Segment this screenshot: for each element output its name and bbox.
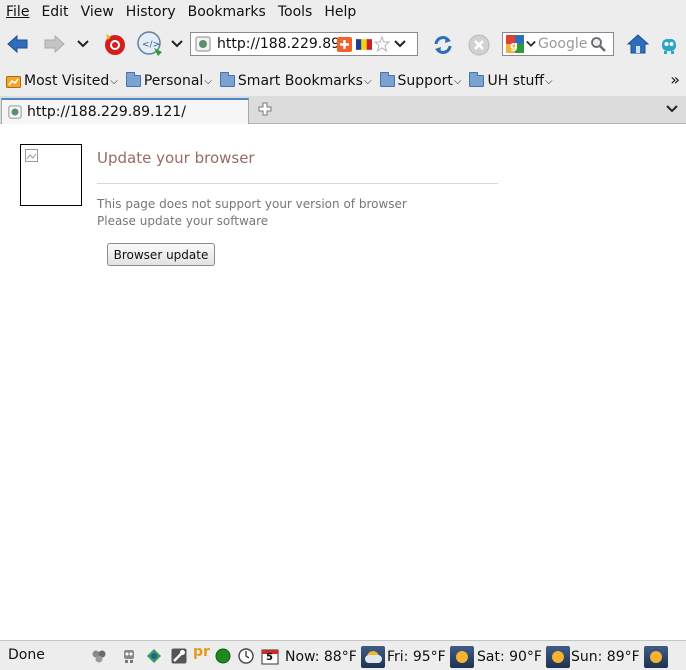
cloudy-sun-icon [360, 646, 385, 668]
list-all-tabs-icon[interactable] [666, 105, 678, 113]
home-icon[interactable] [626, 32, 650, 56]
new-tab-plus-icon[interactable] [258, 102, 272, 116]
folder-icon [125, 72, 141, 87]
message-line-1: This page does not support your version … [97, 197, 407, 211]
web-developer-dropdown-icon[interactable] [170, 37, 184, 51]
tab-favicon-icon [8, 105, 22, 119]
chevron-down-icon: ⌵ [110, 75, 118, 87]
menu-bar: File Edit View History Bookmarks Tools H… [0, 0, 686, 24]
diamond-eye-icon[interactable] [146, 648, 162, 664]
menu-edit[interactable]: Edit [35, 0, 74, 24]
search-input[interactable] [538, 36, 588, 52]
broken-image-placeholder [20, 144, 82, 206]
weather-label: Sun: 89°F [571, 649, 640, 665]
menu-bookmarks[interactable]: Bookmarks [182, 0, 272, 24]
forward-arrow-icon[interactable] [42, 33, 66, 55]
chevron-down-icon: ⌵ [204, 75, 212, 87]
menu-tools[interactable]: Tools [272, 0, 319, 24]
chevron-down-icon: ⌵ [545, 75, 553, 87]
bookmark-folder-smart-bookmarks[interactable]: Smart Bookmarks ⌵ [219, 72, 372, 89]
status-text: Done [8, 647, 45, 663]
addon-plus-icon[interactable] [337, 36, 352, 52]
bookmarks-toolbar: Most Visited ⌵ Personal ⌵ Smart Bookmark… [0, 66, 686, 96]
broken-image-icon [25, 149, 39, 163]
weather-label: Fri: 95°F [387, 649, 446, 665]
sun-icon [643, 646, 668, 668]
search-bar[interactable]: g [502, 32, 614, 56]
addon-robot-icon[interactable] [658, 34, 680, 56]
site-identity-icon[interactable] [195, 36, 211, 52]
weather-sun[interactable]: Sun: 89°F [571, 646, 668, 668]
menu-history[interactable]: History [120, 0, 182, 24]
weather-fri[interactable]: Fri: 95°F [387, 646, 474, 668]
tab-active[interactable]: http://188.229.89.121/ [1, 98, 249, 124]
web-developer-icon[interactable]: </> [136, 30, 164, 58]
menu-help[interactable]: Help [318, 0, 362, 24]
weather-now[interactable]: Now: 88°F [285, 646, 385, 668]
folder-icon [469, 72, 485, 87]
green-status-icon[interactable] [215, 648, 231, 664]
reload-icon[interactable] [430, 32, 456, 58]
bookmark-star-icon[interactable] [374, 36, 390, 52]
tab-label: http://188.229.89.121/ [27, 104, 186, 120]
weather-label: Sat: 90°F [477, 649, 542, 665]
pagerank-icon[interactable]: pr [193, 644, 210, 660]
message-line-2: Please update your software [97, 214, 269, 228]
chevron-down-icon: ⌵ [453, 75, 462, 87]
romania-flag-icon [356, 38, 372, 50]
bookmark-folder-uh-stuff[interactable]: UH stuff ⌵ [469, 72, 553, 89]
calendar-day: 5 [266, 652, 273, 663]
tool-wrench-icon[interactable] [171, 648, 187, 664]
weather-label: Now: 88°F [285, 649, 357, 665]
google-engine-icon[interactable]: g [506, 35, 524, 53]
chevron-down-icon: ⌵ [363, 75, 372, 87]
tab-strip: http://188.229.89.121/ [0, 96, 686, 124]
bookmark-label: Personal [143, 73, 204, 89]
sun-icon [449, 646, 474, 668]
page-title: Update your browser [97, 149, 255, 167]
url-text[interactable]: http://188.229.89.121/ [217, 36, 337, 52]
sun-icon [546, 646, 570, 668]
stop-icon[interactable] [466, 32, 492, 58]
bookmarks-overflow-button[interactable]: » [670, 70, 680, 89]
history-dropdown-chevron-icon[interactable] [76, 37, 90, 51]
clock-icon[interactable] [238, 648, 254, 664]
weather-sat[interactable]: Sat: 90°F [477, 646, 570, 668]
bookmark-folder-personal[interactable]: Personal ⌵ [125, 72, 212, 89]
calendar-icon[interactable]: 5 [261, 648, 279, 665]
browser-update-button[interactable]: Browser update [107, 243, 215, 266]
bookmark-folder-support[interactable]: Support ⌵ [379, 72, 462, 89]
robot-status-icon[interactable] [121, 648, 137, 664]
url-bar[interactable]: http://188.229.89.121/ [190, 32, 418, 56]
folder-icon [379, 72, 395, 87]
divider [97, 183, 498, 184]
search-engine-dropdown-icon[interactable] [526, 40, 536, 48]
network-icon[interactable] [91, 648, 107, 664]
bookmark-label: UH stuff [487, 73, 544, 89]
page-content: Update your browser This page does not s… [0, 124, 686, 640]
search-magnifier-icon[interactable] [590, 36, 606, 52]
bookmark-label: Support [397, 73, 453, 89]
most-visited-icon [6, 74, 21, 89]
menu-view[interactable]: View [75, 0, 120, 24]
back-arrow-icon[interactable] [6, 33, 30, 55]
status-bar: Done pr 5 Now: 88°F Fri: 95°F Sat: 90°F … [0, 640, 686, 670]
bookmark-most-visited[interactable]: Most Visited ⌵ [6, 73, 118, 89]
svg-text:g: g [510, 39, 518, 52]
navigation-toolbar: </> http://188.229.89.121/ g [0, 24, 686, 66]
menu-file[interactable]: File [0, 0, 35, 24]
svg-text:</>: </> [142, 40, 160, 50]
addon-record-icon[interactable] [102, 31, 128, 57]
folder-icon [219, 72, 235, 87]
bookmark-label: Most Visited [24, 73, 110, 89]
url-dropdown-icon[interactable] [394, 40, 406, 48]
bookmark-label: Smart Bookmarks [237, 73, 363, 89]
